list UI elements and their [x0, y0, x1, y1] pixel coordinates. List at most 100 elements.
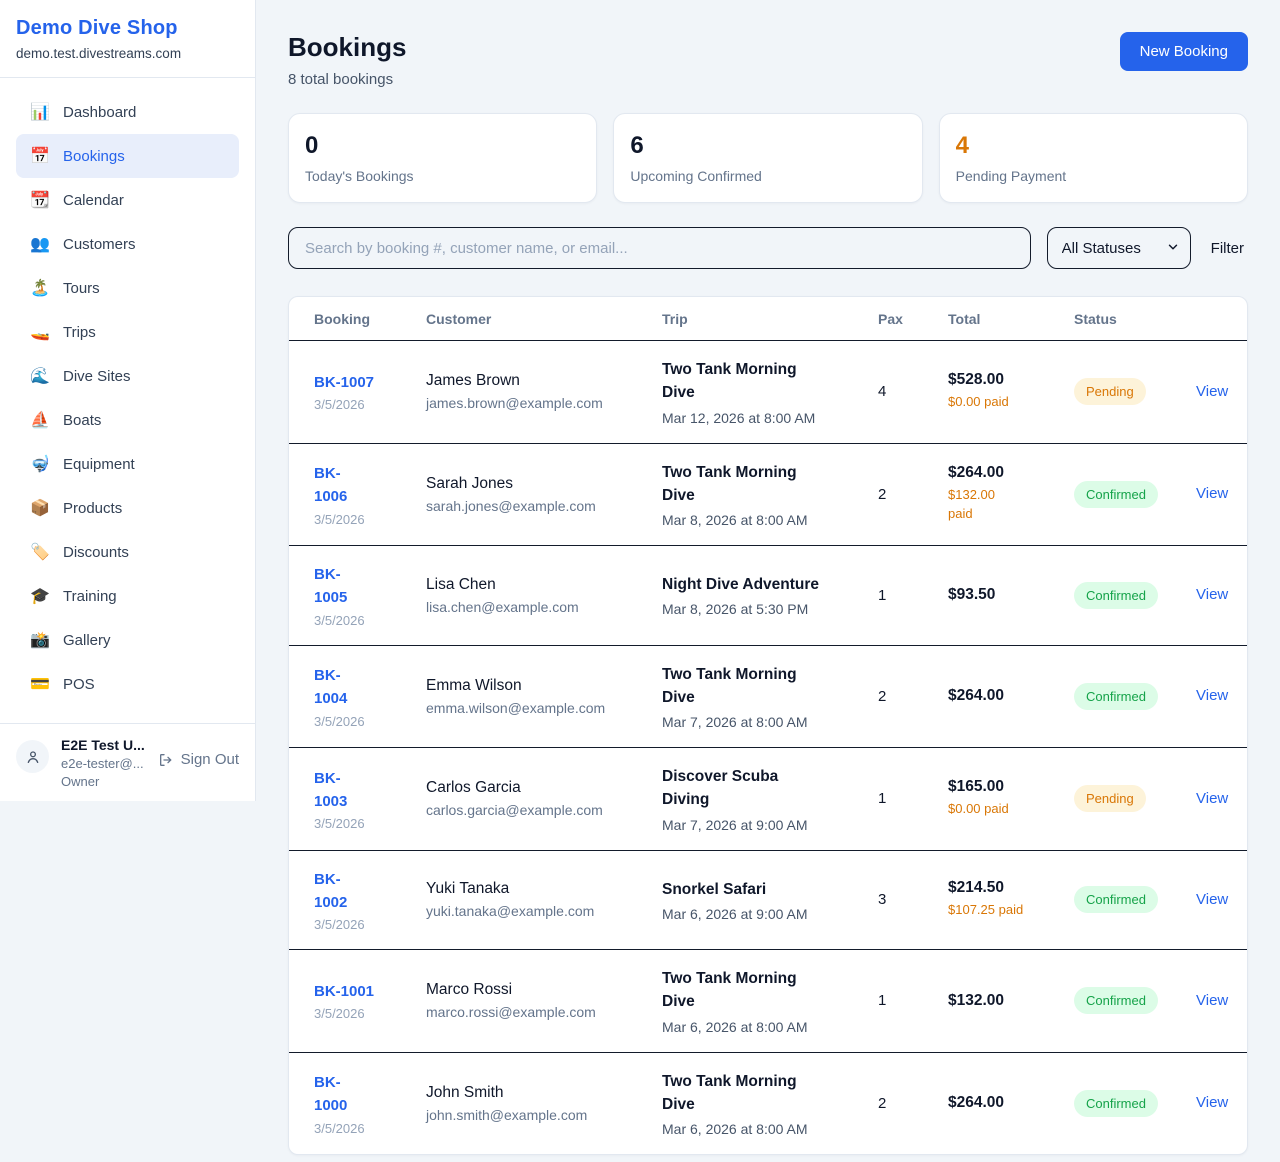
status-badge: Confirmed [1074, 582, 1158, 609]
stat-label: Today's Bookings [305, 168, 580, 184]
status-badge: Confirmed [1074, 1090, 1158, 1117]
calendar-icon: 📆 [30, 190, 50, 210]
status-badge: Pending [1074, 785, 1146, 812]
view-booking-link[interactable]: View [1196, 687, 1228, 704]
page-header: Bookings 8 total bookings New Booking [288, 32, 1248, 88]
total-amount: $264.00 [948, 464, 1062, 482]
sidebar-user-footer: E2E Test U... e2e-tester@... Owner Sign … [0, 723, 255, 801]
nav-item-label: Products [63, 500, 122, 517]
stat-card-upcoming-confirmed: 6 Upcoming Confirmed [613, 113, 922, 203]
booking-id-link[interactable]: BK- 1006 [314, 462, 347, 509]
sidebar-item-dive-sites[interactable]: 🌊 Dive Sites [16, 354, 239, 398]
sidebar-item-training[interactable]: 🎓 Training [16, 574, 239, 618]
nav-item-label: Customers [63, 236, 136, 253]
nav-item-label: Trips [63, 324, 96, 341]
sidebar-item-boats[interactable]: ⛵ Boats [16, 398, 239, 442]
booking-id-link[interactable]: BK- 1000 [314, 1071, 347, 1118]
booking-id-link[interactable]: BK- 1005 [314, 563, 347, 610]
sidebar-item-customers[interactable]: 👥 Customers [16, 222, 239, 266]
column-header-booking: Booking [314, 311, 426, 327]
stat-value: 6 [630, 132, 905, 160]
products-icon: 📦 [30, 498, 50, 518]
customer-name: Sarah Jones [426, 475, 662, 493]
trip-name: Snorkel Safari [662, 878, 864, 901]
booking-id-link[interactable]: BK-1001 [314, 980, 374, 1003]
table-row: BK-1001 3/5/2026 Marco Rossi marco.rossi… [289, 949, 1247, 1052]
booking-id-link[interactable]: BK- 1004 [314, 664, 347, 711]
booking-created-date: 3/5/2026 [314, 917, 426, 932]
customer-name: James Brown [426, 372, 662, 390]
new-booking-button[interactable]: New Booking [1120, 32, 1248, 71]
stats-cards: 0 Today's Bookings 6 Upcoming Confirmed … [288, 113, 1248, 203]
table-row: BK- 1003 3/5/2026 Carlos Garcia carlos.g… [289, 747, 1247, 850]
paid-amount: $107.25 paid [948, 901, 1062, 920]
booking-id-link[interactable]: BK- 1002 [314, 868, 347, 915]
view-booking-link[interactable]: View [1196, 383, 1228, 400]
total-amount: $528.00 [948, 371, 1062, 389]
bookings-icon: 📅 [30, 146, 50, 166]
trip-name: Two Tank Morning Dive [662, 663, 864, 710]
status-filter-select[interactable]: All Statuses [1047, 227, 1191, 269]
gallery-icon: 📸 [30, 630, 50, 650]
sidebar: Demo Dive Shop demo.test.divestreams.com… [0, 0, 256, 801]
sidebar-item-discounts[interactable]: 🏷️ Discounts [16, 530, 239, 574]
user-name: E2E Test U... [61, 737, 146, 753]
view-booking-link[interactable]: View [1196, 891, 1228, 908]
boats-icon: ⛵ [30, 410, 50, 430]
search-input[interactable] [288, 227, 1031, 269]
sidebar-item-dashboard[interactable]: 📊 Dashboard [16, 90, 239, 134]
sidebar-item-tours[interactable]: 🏝️ Tours [16, 266, 239, 310]
view-booking-link[interactable]: View [1196, 485, 1228, 502]
trip-name: Night Dive Adventure [662, 573, 864, 596]
stat-card-todays-bookings: 0 Today's Bookings [288, 113, 597, 203]
customer-email: lisa.chen@example.com [426, 599, 662, 615]
booking-created-date: 3/5/2026 [314, 613, 426, 628]
nav-item-label: Equipment [63, 456, 135, 473]
trip-name: Two Tank Morning Dive [662, 461, 864, 508]
nav-item-label: Calendar [63, 192, 124, 209]
nav-item-label: Training [63, 588, 117, 605]
booking-created-date: 3/5/2026 [314, 512, 426, 527]
trip-datetime: Mar 7, 2026 at 9:00 AM [662, 817, 864, 833]
column-header-status: Status [1074, 311, 1196, 327]
table-header-row: Booking Customer Trip Pax Total Status [289, 297, 1247, 340]
column-header-trip: Trip [662, 311, 878, 327]
booking-created-date: 3/5/2026 [314, 1121, 426, 1136]
sidebar-item-gallery[interactable]: 📸 Gallery [16, 618, 239, 662]
customer-email: john.smith@example.com [426, 1107, 662, 1123]
table-row: BK- 1006 3/5/2026 Sarah Jones sarah.jone… [289, 443, 1247, 546]
booking-id-link[interactable]: BK- 1003 [314, 767, 347, 814]
table-row: BK- 1000 3/5/2026 John Smith john.smith@… [289, 1052, 1247, 1155]
user-email: e2e-tester@... [61, 756, 146, 771]
total-amount: $214.50 [948, 879, 1062, 897]
booking-id-link[interactable]: BK-1007 [314, 371, 374, 394]
customer-name: Yuki Tanaka [426, 880, 662, 898]
customer-name: Emma Wilson [426, 677, 662, 695]
filter-controls: All Statuses Filter [288, 227, 1248, 269]
avatar [16, 740, 49, 773]
filter-button[interactable]: Filter [1207, 240, 1248, 257]
customer-name: John Smith [426, 1084, 662, 1102]
customer-email: yuki.tanaka@example.com [426, 903, 662, 919]
sidebar-item-products[interactable]: 📦 Products [16, 486, 239, 530]
brand-title: Demo Dive Shop [16, 17, 239, 40]
customer-email: emma.wilson@example.com [426, 700, 662, 716]
view-booking-link[interactable]: View [1196, 586, 1228, 603]
view-booking-link[interactable]: View [1196, 790, 1228, 807]
sidebar-item-calendar[interactable]: 📆 Calendar [16, 178, 239, 222]
sidebar-item-trips[interactable]: 🚤 Trips [16, 310, 239, 354]
booking-created-date: 3/5/2026 [314, 1006, 426, 1021]
sidebar-item-pos[interactable]: 💳 POS [16, 662, 239, 706]
tours-icon: 🏝️ [30, 278, 50, 298]
status-badge: Pending [1074, 378, 1146, 405]
sidebar-item-equipment[interactable]: 🤿 Equipment [16, 442, 239, 486]
customer-email: carlos.garcia@example.com [426, 802, 662, 818]
view-booking-link[interactable]: View [1196, 1094, 1228, 1111]
view-booking-link[interactable]: View [1196, 992, 1228, 1009]
customer-email: james.brown@example.com [426, 395, 662, 411]
page-title: Bookings [288, 32, 406, 63]
nav-item-label: Dive Sites [63, 368, 131, 385]
sidebar-item-bookings[interactable]: 📅 Bookings [16, 134, 239, 178]
sign-out-button[interactable]: Sign Out [158, 751, 239, 768]
booking-created-date: 3/5/2026 [314, 397, 426, 412]
